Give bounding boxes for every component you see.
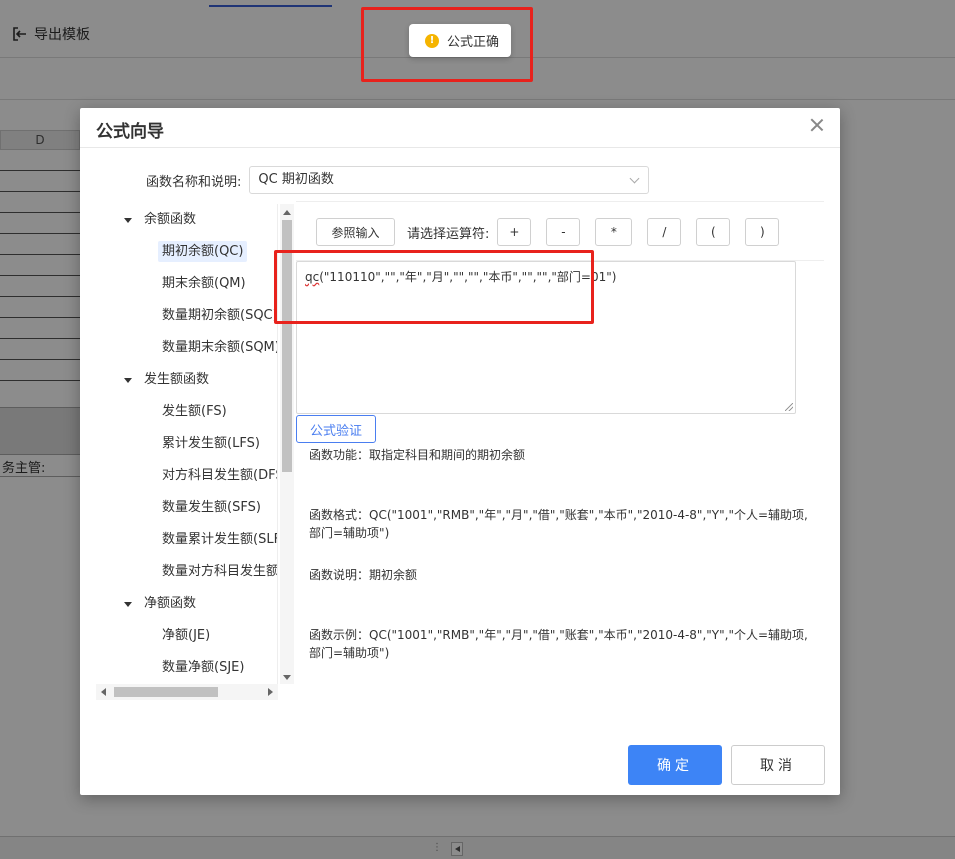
- function-name-row: 函数名称和说明: QC 期初函数: [146, 166, 650, 194]
- tree-item-label: 对方科目发生额(DFS): [162, 468, 278, 483]
- function-name-label: 函数名称和说明:: [146, 174, 242, 190]
- tree-item-label: 数量发生额(SFS): [162, 500, 261, 515]
- function-format-text: 函数格式：QC("1001","RMB","年","月","借","账套","本…: [309, 508, 808, 540]
- function-select[interactable]: QC 期初函数: [249, 166, 650, 194]
- function-purpose-text: 函数功能：取指定科目和期间的期初余额: [309, 448, 526, 462]
- dialog-footer: 确定 取消: [628, 745, 825, 785]
- formula-wizard-dialog: 公式向导 函数名称和说明: QC 期初函数 余额函数期初余额(QC) 期末余额(Q…: [80, 108, 840, 795]
- function-description-text: 函数说明：期初余额: [309, 568, 418, 582]
- tree-item[interactable]: 数量发生额(SFS): [96, 492, 277, 524]
- cancel-button[interactable]: 取消: [731, 745, 825, 785]
- function-tree: 余额函数期初余额(QC) 期末余额(QM) 数量期初余额(SQC) 数量期末余额(SQ…: [96, 204, 278, 700]
- operator-plus-button[interactable]: +: [497, 218, 532, 246]
- tree-group[interactable]: 净额函数: [96, 588, 277, 620]
- operator-minus-button[interactable]: -: [546, 218, 581, 246]
- operator-rparen-button[interactable]: ): [745, 218, 780, 246]
- tree-item[interactable]: 数量累计发生额(SLFS: [96, 524, 278, 556]
- caret-down-icon[interactable]: [124, 218, 132, 223]
- scroll-left-icon[interactable]: [101, 688, 106, 696]
- tree-item-label: 累计发生额(LFS): [162, 436, 260, 451]
- tree-item-label: 期末余额(QM): [162, 276, 246, 291]
- tree-group-label: 余额函数: [144, 212, 197, 227]
- confirm-button[interactable]: 确定: [628, 745, 722, 785]
- close-icon[interactable]: [810, 118, 824, 132]
- tree-item[interactable]: 期初余额(QC): [96, 236, 277, 268]
- tree-item[interactable]: 数量期初余额(SQC): [96, 300, 278, 332]
- function-tree-list: 余额函数期初余额(QC) 期末余额(QM) 数量期初余额(SQC) 数量期末余额(SQ…: [96, 204, 278, 684]
- operator-row: 参照输入 请选择运算符: + - * / ( ): [316, 218, 794, 246]
- tree-item-label: 期初余额(QC): [158, 241, 248, 262]
- chevron-down-icon: [629, 173, 640, 184]
- resize-handle-icon[interactable]: [785, 403, 793, 411]
- operator-divide-button[interactable]: /: [647, 218, 682, 246]
- tree-item-label: 数量净额(SJE): [162, 660, 245, 675]
- tree-item-label: 净额(JE): [162, 628, 211, 643]
- tree-item[interactable]: 数量期末余额(SQM): [96, 332, 278, 364]
- reference-input-button[interactable]: 参照输入: [316, 218, 395, 246]
- dialog-title: 公式向导: [96, 122, 164, 142]
- tree-item-label: 数量期末余额(SQM): [162, 340, 278, 355]
- tree-item[interactable]: 净额(JE): [96, 620, 277, 652]
- tree-item-label: 发生额(FS): [162, 404, 227, 419]
- divider: [296, 201, 824, 202]
- operator-multiply-button[interactable]: *: [595, 218, 633, 246]
- tree-group-label: 净额函数: [144, 596, 197, 611]
- function-select-value: QC 期初函数: [258, 172, 334, 187]
- caret-down-icon[interactable]: [124, 378, 132, 383]
- scroll-right-icon[interactable]: [268, 688, 273, 696]
- dialog-header: 公式向导: [80, 108, 840, 148]
- tree-item-label: 数量对方科目发生额(S: [162, 564, 278, 579]
- operator-label: 请选择运算符:: [407, 226, 490, 242]
- tree-group-label: 发生额函数: [144, 372, 210, 387]
- tree-item[interactable]: 发生额(FS): [96, 396, 277, 428]
- tree-group[interactable]: 发生额函数: [96, 364, 277, 396]
- tree-item-label: 数量期初余额(SQC): [162, 308, 278, 323]
- scroll-thumb[interactable]: [114, 687, 218, 697]
- tree-item-label: 数量累计发生额(SLFS: [162, 532, 278, 547]
- caret-down-icon[interactable]: [124, 602, 132, 607]
- tree-item[interactable]: 累计发生额(LFS): [96, 428, 277, 460]
- scroll-up-icon[interactable]: [283, 210, 291, 215]
- tree-item[interactable]: 数量净额(SJE): [96, 652, 277, 684]
- verify-formula-button[interactable]: 公式验证: [296, 415, 376, 443]
- function-example-text: 函数示例：QC("1001","RMB","年","月","借","账套","本…: [309, 628, 808, 660]
- tree-horizontal-scrollbar[interactable]: [96, 684, 278, 700]
- tree-item[interactable]: 期末余额(QM): [96, 268, 277, 300]
- tree-group[interactable]: 余额函数: [96, 204, 277, 236]
- highlight-box-formula: [274, 250, 594, 324]
- tree-item[interactable]: 数量对方科目发生额(S: [96, 556, 278, 588]
- tree-item[interactable]: 对方科目发生额(DFS): [96, 460, 278, 492]
- operator-lparen-button[interactable]: (: [696, 218, 731, 246]
- highlight-box-toast: [361, 7, 533, 82]
- scroll-down-icon[interactable]: [283, 675, 291, 680]
